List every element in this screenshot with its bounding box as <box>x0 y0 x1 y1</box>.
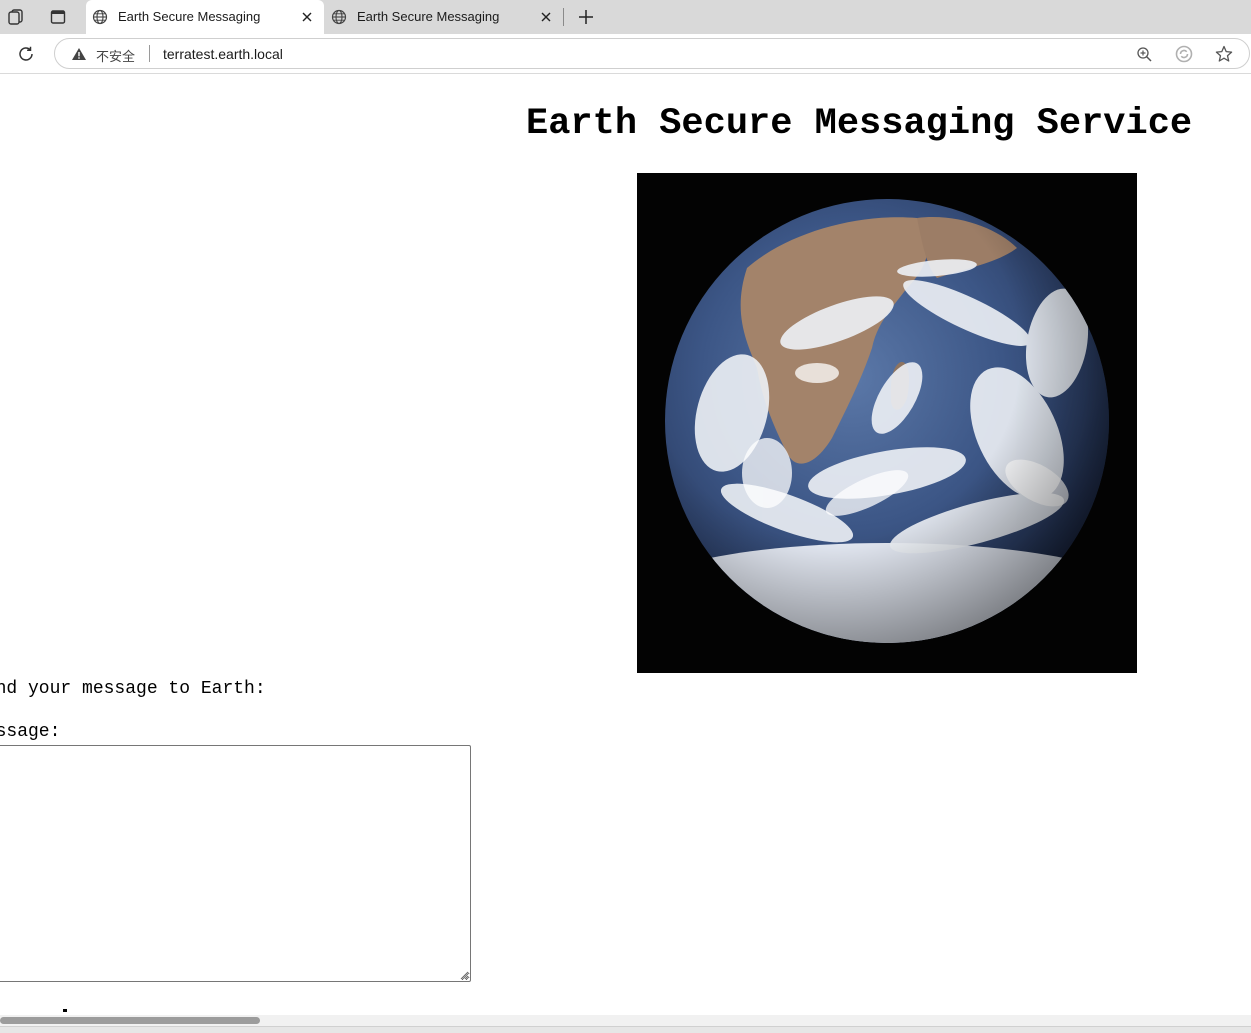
tab-actions-button[interactable] <box>44 5 72 29</box>
close-icon[interactable] <box>300 10 314 24</box>
tab-title: Earth Secure Messaging <box>118 9 261 24</box>
tab-actions-icon <box>50 10 66 24</box>
resize-grip-icon[interactable] <box>460 971 469 980</box>
plus-icon <box>579 10 593 24</box>
horizontal-scrollbar[interactable] <box>0 1015 1251 1026</box>
globe-icon <box>92 9 108 25</box>
workspaces-button[interactable] <box>2 5 30 29</box>
tab-strip: Earth Secure Messaging Earth Secure Mess… <box>0 0 1251 34</box>
tab-1[interactable]: Earth Secure Messaging <box>86 0 324 34</box>
close-icon[interactable] <box>539 10 553 24</box>
window-bottom-edge <box>0 1026 1251 1033</box>
browser-toolbar: 不安全 terratest.earth.local <box>0 34 1251 74</box>
reload-button[interactable] <box>14 42 38 66</box>
refresh-circle-icon <box>1175 45 1193 63</box>
earth-image <box>637 173 1137 673</box>
reload-icon <box>19 46 33 61</box>
page-content: Earth Secure Messaging Service Send your… <box>0 75 1251 1015</box>
page-title: Earth Secure Messaging Service <box>526 103 1193 145</box>
security-label[interactable]: 不安全 <box>96 46 135 65</box>
message-textarea[interactable] <box>0 745 471 982</box>
prompt-text: Send your message to Earth: <box>0 679 266 699</box>
message-label: Message: <box>0 722 61 742</box>
new-tab-button[interactable] <box>574 5 598 29</box>
zoom-button[interactable] <box>1134 44 1154 64</box>
warning-icon <box>72 48 86 60</box>
star-icon <box>1215 45 1233 62</box>
tab-2[interactable]: Earth Secure Messaging <box>325 0 565 34</box>
address-bar[interactable]: 不安全 terratest.earth.local <box>54 38 1250 69</box>
globe-icon <box>331 9 347 25</box>
zoom-icon <box>1136 46 1152 62</box>
scrollbar-thumb[interactable] <box>0 1017 260 1024</box>
read-aloud-button[interactable] <box>1174 44 1194 64</box>
url-text[interactable]: terratest.earth.local <box>163 46 283 62</box>
favorite-button[interactable] <box>1214 44 1234 64</box>
clipped-text-fragment <box>63 1009 67 1012</box>
tab-title: Earth Secure Messaging <box>357 9 500 24</box>
workspaces-icon <box>8 9 23 25</box>
tab-separator <box>563 8 564 26</box>
address-separator <box>149 45 150 62</box>
